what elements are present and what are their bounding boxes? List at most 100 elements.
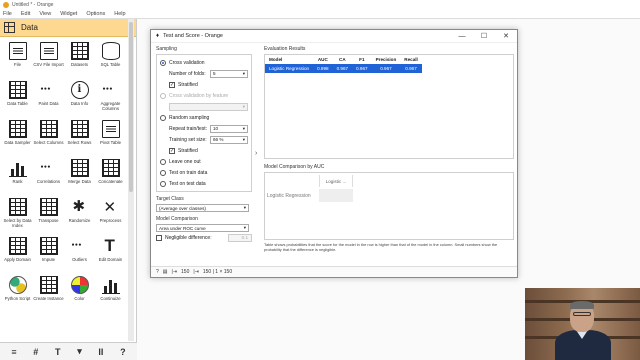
col-precision[interactable]: Precision (371, 55, 401, 64)
widget-preprocess[interactable]: Preprocess (95, 195, 126, 234)
widget-sql-table[interactable]: SQL Table (95, 39, 126, 78)
col-f1[interactable]: F1 (352, 55, 372, 64)
radio-random-sampling[interactable]: Random sampling (160, 112, 248, 123)
table-row[interactable]: Logistic Regression 0.998 0.967 0.967 0.… (265, 64, 422, 73)
radio-cross-validation[interactable]: Cross validation (160, 57, 248, 68)
folds-combo[interactable]: 5 ▾ (209, 69, 248, 78)
menu-view[interactable]: View (39, 11, 51, 17)
data-table-icon (8, 81, 27, 99)
cell-model: Logistic Regression (265, 64, 314, 73)
maximize-icon[interactable]: ☐ (473, 32, 495, 40)
col-model[interactable]: Model (265, 55, 314, 64)
widget-data-info[interactable]: Data Info (64, 78, 95, 117)
pause-icon[interactable]: II (98, 347, 103, 357)
widget-apply-domain[interactable]: Apply Domain (2, 234, 33, 273)
report-icon[interactable]: ▤ (163, 269, 168, 275)
widget-datasets[interactable]: Datasets (64, 39, 95, 78)
menu-options[interactable]: Options (86, 11, 105, 17)
col-auc[interactable]: AUC (313, 55, 333, 64)
widget-csv-file-import[interactable]: CSV File Import (33, 39, 64, 78)
cell-auc: 0.998 (313, 64, 333, 73)
train-size-combo[interactable]: 66 % ▾ (209, 135, 248, 144)
col-ca[interactable]: CA (332, 55, 353, 64)
radio-button[interactable] (160, 158, 166, 165)
widget-data-sampler[interactable]: Data Sampler (2, 117, 33, 156)
arrow-annotation-icon[interactable]: ▾ (77, 346, 82, 357)
evaluation-table[interactable]: Model AUC CA F1 Precision Recall Logisti… (265, 55, 422, 73)
radio-test-on-train[interactable]: Test on train data (160, 167, 248, 178)
radio-button[interactable] (160, 92, 166, 99)
target-class-combo[interactable]: (Average over classes) ▾ (156, 204, 249, 212)
repeat-combo[interactable]: 10 ▾ (209, 124, 248, 133)
col-recall[interactable]: Recall (400, 55, 422, 64)
radio-leave-one-out[interactable]: Leave one out (160, 156, 248, 167)
check-label: Stratified (178, 147, 198, 154)
model-comparison-table[interactable]: Logistic ... Logistic Regression (264, 172, 514, 240)
collapse-arrow-icon[interactable]: › (255, 150, 257, 157)
radio-button[interactable] (160, 180, 166, 187)
stratified-check-row[interactable]: ✓ Stratified (160, 79, 248, 90)
widget-transpose[interactable]: Transpose (33, 195, 64, 234)
data-category-icon (4, 22, 15, 33)
widget-rank[interactable]: Rank (2, 156, 33, 195)
widget-outliers[interactable]: Outliers (64, 234, 95, 273)
widget-continuize[interactable]: Continuize (95, 273, 126, 312)
menu-toggle-icon[interactable]: ≡ (11, 347, 16, 357)
orange-app-icon (3, 2, 9, 8)
close-icon[interactable]: ✕ (495, 32, 517, 40)
folds-value: 5 (212, 71, 216, 76)
widget-select-rows[interactable]: Select Rows (64, 117, 95, 156)
cell-recall: 0.967 (400, 64, 422, 73)
randomize-icon (71, 197, 89, 216)
data-category-header[interactable]: Data (0, 19, 136, 37)
widget-aggregate-columns[interactable]: Aggregate Columns (95, 78, 126, 117)
correlations-icon (40, 159, 58, 177)
scrollbar-thumb[interactable] (129, 22, 133, 192)
menu-edit[interactable]: Edit (21, 11, 30, 17)
comparison-cell (319, 189, 353, 202)
widget-icon: ♦ (156, 33, 160, 39)
widget-impute[interactable]: Impute (33, 234, 64, 273)
widget-data-table[interactable]: Data Table (2, 78, 33, 117)
widget-pivot-table[interactable]: Pivot Table (95, 117, 126, 156)
widget-panel-scrollbar[interactable] (128, 19, 134, 341)
widget-create-instance[interactable]: Create Instance (33, 273, 64, 312)
negligible-spinbox[interactable]: 0.1 (228, 233, 252, 242)
widget-randomize[interactable]: Randomize (64, 195, 95, 234)
model-comparison-combo[interactable]: Area under ROC curve ▾ (156, 224, 249, 232)
widget-concatenate[interactable]: Concatenate (95, 156, 126, 195)
feature-combo[interactable]: ▾ (169, 102, 248, 111)
stratified2-check-row[interactable]: ✓ Stratified (160, 145, 248, 156)
widget-correlations[interactable]: Correlations (33, 156, 64, 195)
negligible-checkbox[interactable] (156, 234, 162, 241)
radio-button[interactable] (160, 114, 166, 121)
widget-label: Concatenate (98, 179, 123, 184)
radio-cv-by-feature[interactable]: Cross validation by feature (160, 90, 248, 101)
folds-label: Number of folds: (169, 70, 206, 77)
widget-label: Apply Domain (4, 257, 31, 262)
chevron-down-icon: ▾ (242, 125, 245, 131)
minimize-icon[interactable]: — (451, 33, 473, 40)
checkbox[interactable]: ✓ (169, 147, 175, 154)
widget-paint-data[interactable]: Paint Data (33, 78, 64, 117)
grid-icon[interactable]: # (33, 347, 38, 357)
help-icon[interactable]: ? (120, 347, 126, 357)
model-comparison-label: Model Comparison (156, 216, 198, 222)
radio-button[interactable] (160, 169, 166, 176)
text-annotation-icon[interactable]: T (55, 347, 61, 357)
radio-test-on-test[interactable]: Test on test data (160, 178, 248, 189)
menu-widget[interactable]: Widget (60, 11, 77, 17)
widget-file[interactable]: File (2, 39, 33, 78)
widget-python-script[interactable]: Python Script (2, 273, 33, 312)
widget-edit-domain[interactable]: Edit Domain (95, 234, 126, 273)
menu-file[interactable]: File (3, 11, 12, 17)
widget-select-columns[interactable]: Select Columns (33, 117, 64, 156)
data-category-label: Data (21, 23, 38, 32)
widget-merge-data[interactable]: Merge Data (64, 156, 95, 195)
widget-color[interactable]: Color (64, 273, 95, 312)
help-icon[interactable]: ? (156, 269, 159, 275)
radio-button[interactable] (160, 59, 166, 66)
menu-help[interactable]: Help (114, 11, 125, 17)
widget-select-by-data-index[interactable]: Select by Data Index (2, 195, 33, 234)
checkbox[interactable]: ✓ (169, 81, 175, 88)
